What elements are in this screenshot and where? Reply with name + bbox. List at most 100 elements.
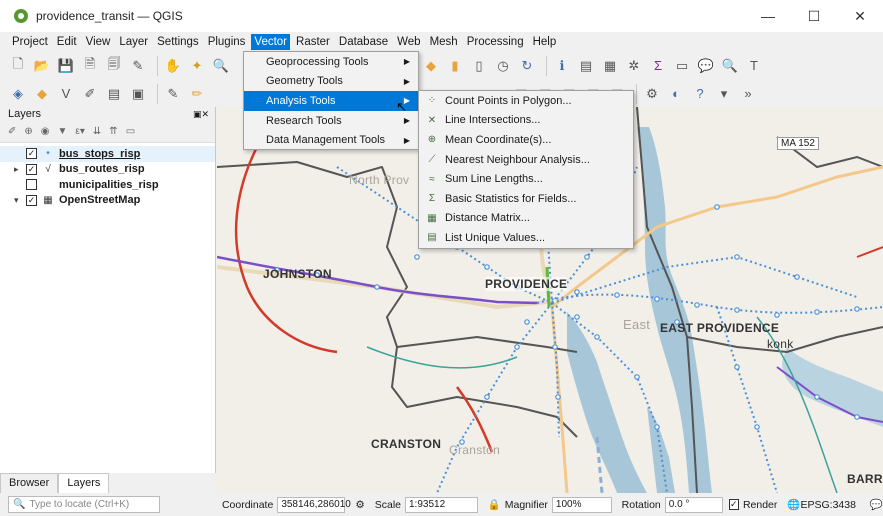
menu-processing[interactable]: Processing: [464, 34, 527, 50]
identify-icon[interactable]: ◆: [421, 56, 441, 76]
new-project-icon[interactable]: 🗋: [8, 56, 28, 76]
menu-plugins[interactable]: Plugins: [205, 34, 249, 50]
vector-menu-item[interactable]: Research Tools ▶: [244, 111, 418, 131]
tab-browser[interactable]: Browser: [0, 473, 59, 493]
virtual-layer-icon[interactable]: ▣: [128, 84, 148, 104]
filter-legend-icon[interactable]: ▼: [58, 126, 68, 137]
locator-search-icon[interactable]: 🔍: [720, 56, 740, 76]
tab-layers[interactable]: Layers: [58, 473, 110, 493]
add-vector-icon[interactable]: V: [56, 84, 76, 104]
attribute-table-icon[interactable]: ▤: [576, 56, 596, 76]
python-console-icon[interactable]: ◐: [666, 84, 686, 104]
crs-button[interactable]: EPSG:3438: [800, 499, 855, 511]
field-calculator-icon[interactable]: ▦: [600, 56, 620, 76]
maximize-button[interactable]: ☐: [791, 0, 837, 32]
menu-layer[interactable]: Layer: [116, 34, 151, 50]
style-manager-icon[interactable]: ✎: [128, 56, 148, 76]
analysis-tool-item[interactable]: ▦ Distance Matrix...: [419, 209, 633, 229]
analysis-tool-item[interactable]: ⁘ Count Points in Polygon...: [419, 91, 633, 111]
vector-menu-item[interactable]: Data Management Tools ▶: [244, 130, 418, 150]
vector-menu-item[interactable]: Geoprocessing Tools ▶: [244, 52, 418, 72]
messages-icon[interactable]: 💬: [870, 498, 883, 511]
menu-vector[interactable]: Vector: [251, 34, 291, 50]
sum-line-lengths-icon: ≈: [429, 173, 435, 185]
analysis-tool-item[interactable]: ⊕ Mean Coordinate(s)...: [419, 130, 633, 150]
identify-features-icon[interactable]: ℹ: [552, 56, 572, 76]
expand-arrow-icon[interactable]: ▾: [14, 195, 26, 206]
analysis-tool-label: List Unique Values...: [445, 231, 546, 244]
add-csv-icon[interactable]: ▤: [104, 84, 124, 104]
coordinate-field[interactable]: 358146,286010: [277, 496, 351, 513]
menu-project[interactable]: Project: [9, 34, 51, 50]
measure-icon[interactable]: ▭: [672, 56, 692, 76]
menu-edit[interactable]: Edit: [54, 34, 80, 50]
expand-arrow-icon[interactable]: ▸: [14, 164, 26, 175]
vector-menu-item[interactable]: Analysis Tools ▶: [244, 91, 418, 111]
coordinate-toggle-icon[interactable]: ⚙: [355, 499, 364, 511]
analysis-tool-item[interactable]: Σ Basic Statistics for Fields...: [419, 189, 633, 209]
menu-database[interactable]: Database: [336, 34, 391, 50]
layer-row-OpenStreetMap[interactable]: ▾ ✓ ▦ OpenStreetMap: [0, 193, 215, 209]
map-tips-icon[interactable]: 💬: [696, 56, 716, 76]
bookmark-icon[interactable]: ▯: [469, 56, 489, 76]
scale-field[interactable]: 1:93512: [405, 496, 478, 513]
layer-visibility-checkbox[interactable]: ✓: [26, 148, 37, 160]
render-checkbox[interactable]: ✓: [728, 499, 739, 510]
overflow-chevron-icon[interactable]: »: [738, 84, 758, 104]
add-layer-icon[interactable]: ◆: [32, 84, 52, 104]
settings-gear-icon[interactable]: ✲: [624, 56, 644, 76]
digitize-icon[interactable]: ✐: [80, 84, 100, 104]
minimize-button[interactable]: —: [745, 0, 791, 32]
analysis-tool-item[interactable]: ▤ List Unique Values...: [419, 228, 633, 248]
menu-help[interactable]: Help: [530, 34, 560, 50]
panel-float-close-icon[interactable]: ▣✕: [193, 109, 209, 120]
map-label-johnston: JOHNSTON: [263, 267, 332, 281]
layer-row-bus_stops_risp[interactable]: ✓ • bus_stops_risp: [0, 146, 215, 162]
menu-settings[interactable]: Settings: [154, 34, 202, 50]
zoom-in-icon[interactable]: 🔍: [211, 56, 231, 76]
layer-visibility-checkbox[interactable]: ✓: [26, 163, 37, 175]
add-group-icon[interactable]: ⊕: [24, 126, 32, 137]
manage-visibility-icon[interactable]: ◉: [41, 126, 50, 137]
plugin-icon[interactable]: ▾: [714, 84, 734, 104]
text-annotation-icon[interactable]: T: [744, 56, 764, 76]
vector-menu-item[interactable]: Geometry Tools ▶: [244, 72, 418, 92]
magnifier-field[interactable]: 100%: [551, 496, 612, 513]
locator-search-input[interactable]: 🔍 Type to locate (Ctrl+K): [8, 496, 160, 513]
menu-mesh[interactable]: Mesh: [427, 34, 461, 50]
filter-expression-icon[interactable]: ε▾: [75, 126, 84, 137]
pan-to-selection-icon[interactable]: ✦: [187, 56, 207, 76]
open-project-icon[interactable]: 📂: [32, 56, 52, 76]
toggle-edit-icon[interactable]: ✏: [187, 84, 207, 104]
lock-scale-icon[interactable]: 🔒: [488, 498, 501, 511]
processing-toolbox-icon[interactable]: ⚙: [642, 84, 662, 104]
edit-pencil-icon[interactable]: ✎: [163, 84, 183, 104]
close-button[interactable]: ✕: [837, 0, 883, 32]
menu-web[interactable]: Web: [394, 34, 423, 50]
temporal-icon[interactable]: ◷: [493, 56, 513, 76]
statistics-sigma-icon[interactable]: Σ: [648, 56, 668, 76]
menu-view[interactable]: View: [83, 34, 114, 50]
pan-map-icon[interactable]: ✋: [163, 56, 183, 76]
layer-row-bus_routes_risp[interactable]: ▸ ✓ √ bus_routes_risp: [0, 162, 215, 178]
layer-row-municipalities_risp[interactable]: municipalities_risp: [0, 177, 215, 193]
layer-styling-icon[interactable]: ✐: [8, 126, 16, 137]
layer-visibility-checkbox[interactable]: ✓: [26, 194, 37, 206]
analysis-tool-item[interactable]: ⟋ Nearest Neighbour Analysis...: [419, 150, 633, 170]
rotation-field[interactable]: 0.0 °: [664, 496, 723, 513]
refresh-icon[interactable]: ↻: [517, 56, 537, 76]
layer-visibility-checkbox[interactable]: [26, 179, 37, 191]
select-features-icon[interactable]: ▮: [445, 56, 465, 76]
analysis-tool-item[interactable]: ≈ Sum Line Lengths...: [419, 169, 633, 189]
collapse-all-icon[interactable]: ⇈: [109, 126, 117, 137]
data-source-manager-icon[interactable]: ◈: [8, 84, 28, 104]
new-print-layout-icon[interactable]: 🗎: [80, 56, 100, 76]
menu-raster[interactable]: Raster: [293, 34, 333, 50]
remove-layer-icon[interactable]: ▭: [126, 126, 135, 137]
analysis-tool-item[interactable]: ✕ Line Intersections...: [419, 111, 633, 131]
analysis-tool-label: Line Intersections...: [445, 114, 541, 127]
expand-all-icon[interactable]: ⇊: [93, 126, 101, 137]
help-icon[interactable]: ?: [690, 84, 710, 104]
layout-manager-icon[interactable]: 🗐: [104, 56, 124, 76]
save-project-icon[interactable]: 💾: [56, 56, 76, 76]
